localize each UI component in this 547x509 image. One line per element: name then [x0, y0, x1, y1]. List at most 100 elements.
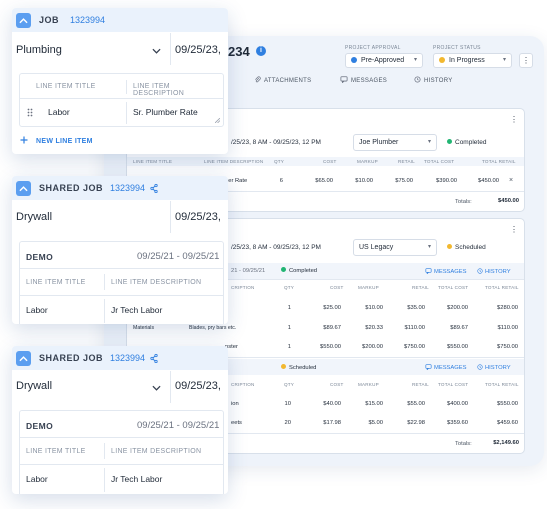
history-icon [477, 364, 483, 370]
visit-title: DEMO [26, 252, 54, 262]
job-card-title: JOB [39, 15, 60, 25]
job-status: Completed [447, 139, 486, 146]
shared-job-start-date[interactable]: 09/25/23, [175, 211, 221, 223]
stage: 234 i PROJECT APPROVAL Pre-Approved ▾ PR… [0, 0, 547, 509]
job-assignee-dropdown[interactable]: Joe Plumber ▾ [353, 134, 437, 151]
visit-row-description[interactable]: ion [231, 401, 239, 407]
job-totals-label: Totals: [455, 199, 472, 205]
project-approval-dropdown[interactable]: Pre-Approved ▾ [345, 53, 423, 68]
visit-row-markup[interactable]: $20.33 [347, 325, 383, 331]
divider [20, 98, 223, 99]
divider [20, 295, 223, 296]
job-more-button[interactable]: ⋮ [507, 223, 521, 238]
visit-messages-link[interactable]: MESSAGES [425, 364, 467, 371]
job-more-button[interactable]: ⋮ [507, 113, 521, 128]
tab-history[interactable]: HISTORY [414, 76, 453, 84]
visit-row-qty[interactable]: 20 [277, 420, 291, 426]
visit-row-cost[interactable]: $550.00 [305, 344, 341, 350]
project-status-label: PROJECT STATUS [433, 45, 481, 51]
col-line-item-description: LINE ITEM DESCRIPTION [133, 83, 185, 97]
project-status-dropdown[interactable]: In Progress ▾ [433, 53, 512, 68]
line-item-description-value[interactable]: Sr. Plumber Rate [133, 107, 198, 117]
visit-row-qty[interactable]: 10 [277, 401, 291, 407]
job-assignee-value: US Legacy [359, 244, 394, 251]
visit-row-markup[interactable]: $5.00 [347, 420, 383, 426]
visit-row-description[interactable]: Blades, pry bars etc. [189, 325, 236, 331]
resize-handle-icon[interactable] [215, 118, 220, 123]
more-options-button[interactable]: ⋮ [519, 53, 533, 68]
visit-row-cost[interactable]: $17.98 [305, 420, 341, 426]
visit-row-cost[interactable]: $40.00 [305, 401, 341, 407]
collapse-button[interactable] [16, 13, 31, 28]
job-assignee-dropdown[interactable]: US Legacy ▾ [353, 239, 437, 256]
visit-history-text: HISTORY [485, 365, 511, 371]
tab-attachments[interactable]: ATTACHMENTS [254, 76, 311, 84]
line-item-title-value[interactable]: Labor [26, 474, 48, 484]
col-markup: MARKUP [358, 382, 379, 387]
shared-job-start-date[interactable]: 09/25/23, [175, 380, 221, 392]
new-line-item-button[interactable]: NEW LINE ITEM [20, 136, 93, 145]
collapse-button[interactable] [16, 181, 31, 196]
visit-row-markup[interactable]: $10.00 [347, 305, 383, 311]
col-cost: COST [323, 159, 337, 164]
shared-job-number[interactable]: 1323994 [110, 183, 145, 193]
completed-dot [447, 139, 452, 144]
history-icon [414, 76, 421, 83]
job-start-date[interactable]: 09/25/23, [175, 44, 221, 56]
line-item-total-retail: $450.00 [478, 178, 499, 184]
share-icon[interactable] [150, 184, 158, 193]
visit-messages-text: MESSAGES [434, 269, 467, 275]
visit-row-markup[interactable]: $15.00 [347, 401, 383, 407]
visit-row-cost[interactable]: $89.67 [305, 325, 341, 331]
visit-row-qty[interactable]: 1 [277, 344, 291, 350]
completed-dot [281, 267, 286, 272]
divider [126, 80, 127, 94]
col-qty: QTY [274, 159, 285, 164]
line-item-qty[interactable]: 6 [267, 178, 283, 184]
col-total-cost: TOTAL COST [438, 382, 469, 387]
project-title: 234 [228, 44, 250, 59]
chevron-down-icon: ▾ [502, 57, 506, 63]
visit-row-title[interactable]: Materials [133, 325, 154, 331]
line-item-description[interactable]: ber Rate [225, 178, 247, 184]
line-item-description-value[interactable]: Jr Tech Labor [111, 305, 162, 315]
drag-handle-icon[interactable] [27, 108, 33, 117]
col-total-retail: TOTAL RETAIL [485, 285, 519, 290]
share-icon[interactable] [150, 354, 158, 363]
tab-messages[interactable]: MESSAGES [340, 76, 387, 84]
visit-date-range: 09/25/21 - 09/25/21 [137, 251, 220, 262]
shared-job-card: SHARED JOB 1323994 Drywall 09/25/23, DEM… [12, 346, 228, 494]
shared-job-number[interactable]: 1323994 [110, 353, 145, 363]
trade-select[interactable]: Drywall [16, 211, 52, 223]
visit-row-retail: $22.98 [407, 420, 425, 426]
trade-select[interactable]: Drywall [16, 380, 52, 392]
visit-row-cost[interactable]: $25.00 [305, 305, 341, 311]
visit-row-retail: $55.00 [407, 401, 425, 407]
line-item-markup[interactable]: $10.00 [337, 178, 373, 184]
visit-row-qty[interactable]: 1 [277, 305, 291, 311]
visit-row-description[interactable]: eets [231, 420, 242, 426]
line-item-cost[interactable]: $65.00 [297, 178, 333, 184]
line-item-title-value[interactable]: Labor [26, 305, 48, 315]
visit-history-link[interactable]: HISTORY [477, 364, 511, 371]
trade-select[interactable]: Plumbing [16, 44, 62, 56]
remove-row-icon[interactable]: × [509, 177, 513, 184]
info-icon[interactable]: i [256, 46, 266, 56]
collapse-button[interactable] [16, 351, 31, 366]
message-icon [425, 364, 432, 371]
visit-messages-link[interactable]: MESSAGES [425, 268, 467, 275]
col-qty: QTY [284, 285, 295, 290]
tab-messages-label: MESSAGES [351, 78, 388, 84]
visit-row-total-retail: $459.60 [497, 420, 518, 426]
job-card: JOB 1323994 Plumbing 09/25/23, LINE ITEM… [12, 8, 228, 154]
visit-status: Scheduled [281, 364, 316, 371]
visit-range: 21 - 09/25/21 [231, 268, 266, 274]
visit-history-link[interactable]: HISTORY [477, 268, 511, 275]
visit-row-qty[interactable]: 1 [277, 325, 291, 331]
job-number[interactable]: 1323994 [70, 15, 105, 25]
line-item-description-value[interactable]: Jr Tech Labor [111, 474, 162, 484]
visit-row-markup[interactable]: $200.00 [347, 344, 383, 350]
line-item-title-value[interactable]: Labor [48, 107, 70, 117]
shared-job-card-title: SHARED JOB [39, 353, 104, 363]
col-total-cost: TOTAL COST [438, 285, 469, 290]
